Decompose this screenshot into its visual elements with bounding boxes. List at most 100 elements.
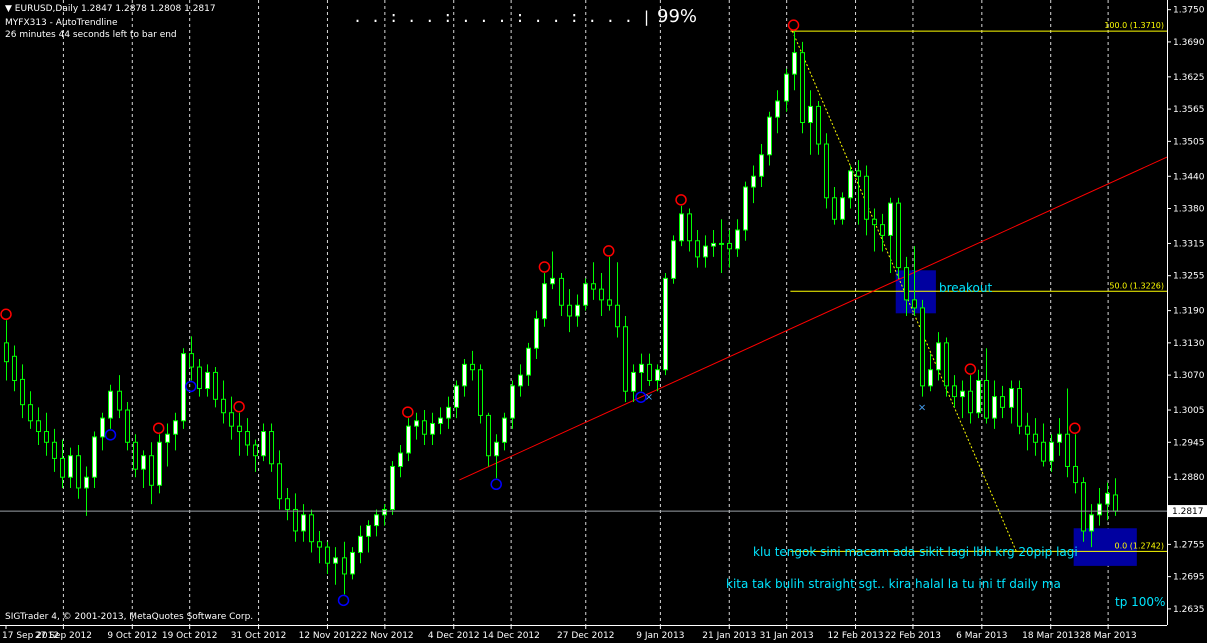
indicator-name: MYFX313 - AutoTrendline — [5, 18, 118, 28]
candle-bull — [751, 175, 756, 188]
candle-bull — [703, 245, 708, 258]
candle-bull — [68, 455, 73, 478]
candle-bull — [205, 371, 210, 390]
candle-bull — [374, 514, 379, 527]
candle-bear — [293, 508, 298, 532]
candle-bull — [181, 353, 186, 422]
date-tick-label: 14 Dec 2012 — [482, 631, 540, 641]
candle-bear — [309, 514, 314, 543]
candle-bull — [542, 283, 547, 320]
candle-bull — [711, 242, 716, 247]
candle-bull — [350, 551, 355, 575]
candle-bear — [824, 143, 829, 199]
progress-value: 99% — [657, 6, 698, 27]
date-tick-label: 21 Jan 2013 — [702, 631, 756, 641]
candle-bear — [615, 304, 620, 328]
fibo-label: 0.0 (1.2742) — [1115, 541, 1165, 550]
candle-bull — [333, 557, 338, 564]
candle-bull — [518, 374, 523, 387]
price-tick-label: 1.3190 — [1173, 307, 1205, 317]
date-tick-label: 27 Sep 2012 — [35, 631, 92, 641]
candle-bear — [285, 498, 290, 510]
candle-bear — [245, 431, 250, 446]
copyright: SIGTrader 4, © 2001-2013, MetaQuotes Sof… — [5, 612, 254, 622]
candle-bull — [157, 441, 162, 486]
price-tick-label: 1.3505 — [1173, 137, 1205, 147]
candle-bull — [960, 390, 965, 398]
candle-bull — [1009, 388, 1014, 408]
cross-marker: × — [645, 392, 653, 403]
candle-bull — [92, 436, 97, 478]
candle-bear — [237, 425, 242, 433]
candle-bull — [775, 100, 780, 118]
candle-bear — [944, 342, 949, 387]
candle-bear — [591, 283, 596, 290]
date-tick-label: 27 Dec 2012 — [557, 631, 615, 641]
price-tick-label: 1.2880 — [1173, 473, 1205, 483]
date-tick-label: 9 Jan 2013 — [636, 631, 684, 641]
candle-bear — [687, 213, 692, 242]
candle-bear — [984, 379, 989, 419]
candle-bear — [470, 363, 475, 371]
candle-bull — [1097, 503, 1102, 516]
candle-bull — [759, 154, 764, 177]
candle-bull — [414, 420, 419, 427]
date-tick-label: 18 Mar 2013 — [1022, 631, 1079, 641]
candle-bull — [719, 242, 724, 245]
candle-bull — [446, 406, 451, 419]
price-tick-label: 1.2945 — [1173, 438, 1205, 448]
candle-bear — [36, 420, 41, 433]
candle-bull — [671, 240, 676, 279]
candle-bull — [502, 417, 507, 443]
date-tick-label: 22 Feb 2013 — [885, 631, 941, 641]
candle-bull — [366, 525, 371, 537]
candle-bull — [1049, 441, 1054, 462]
candle-bear — [968, 390, 973, 414]
candle-bear — [486, 414, 491, 457]
candle-bear — [52, 441, 57, 459]
candle-bear — [607, 299, 612, 306]
candle-bull — [735, 229, 740, 250]
symbol-line: ▼ EURUSD,Daily 1.2847 1.2878 1.2808 1.28… — [5, 4, 216, 15]
candle-bull — [575, 304, 580, 317]
dropdown-triangle-icon[interactable]: ▼ — [5, 4, 12, 14]
candle-bull — [390, 465, 395, 510]
candle-bear — [149, 455, 154, 486]
candle-bull — [928, 369, 933, 387]
price-tick-label: 1.3380 — [1173, 205, 1205, 215]
candle-bear — [269, 431, 274, 465]
candle-bull — [639, 363, 644, 373]
breakout-label: breakout — [939, 281, 993, 295]
date-tick-label: 22 Nov 2012 — [356, 631, 414, 641]
candle-bear — [872, 218, 877, 226]
annotation-note-2: kita tak bulih straight sgt.. kira halal… — [726, 577, 1061, 591]
candle-bear — [904, 267, 909, 301]
candle-bear — [912, 299, 917, 309]
candle-bear — [856, 170, 861, 177]
progress-indicator: . . : . . : . . . : . . : . . . | 99% — [353, 6, 697, 27]
candle-bear — [189, 353, 194, 368]
candle-bull — [848, 170, 853, 199]
candle-bear — [1033, 433, 1038, 443]
price-tick-label: 1.3130 — [1173, 339, 1205, 349]
candle-bear — [12, 355, 17, 381]
candle-bull — [358, 535, 363, 553]
candle-bull — [454, 385, 459, 408]
candle-bull — [936, 342, 941, 371]
candle-bull — [1105, 492, 1110, 505]
price-tick-label: 1.3750 — [1173, 6, 1205, 16]
candle-bear — [1081, 482, 1086, 532]
candle-bear — [44, 431, 49, 443]
candle-bear — [880, 224, 885, 236]
candle-bull — [631, 371, 636, 392]
candle-bull — [398, 452, 403, 467]
symbol-ohlc: EURUSD,Daily 1.2847 1.2878 1.2808 1.2817 — [14, 4, 216, 14]
candle-bear — [4, 342, 9, 363]
candle-bull — [992, 396, 997, 419]
cross-marker: × — [918, 403, 926, 414]
candle-bull — [663, 277, 668, 371]
candle-bear — [76, 455, 81, 489]
candle-bull — [534, 318, 539, 349]
candle-bull — [462, 363, 467, 387]
candle-bear — [1041, 441, 1046, 462]
